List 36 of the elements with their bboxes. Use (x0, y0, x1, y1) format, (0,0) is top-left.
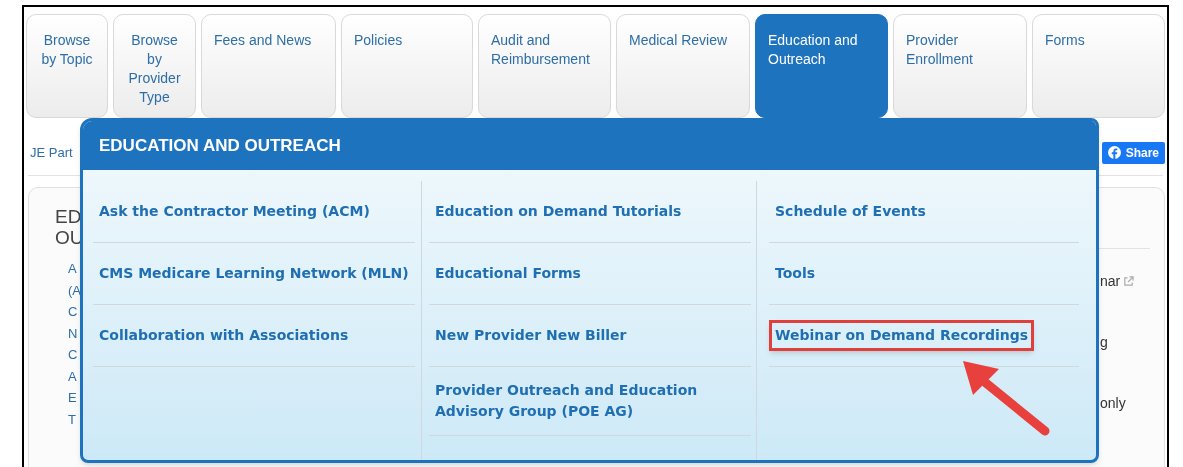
page-heading: ED (55, 206, 83, 227)
page-link[interactable]: C (68, 344, 84, 366)
menu-link[interactable]: Schedule of Events (769, 196, 932, 227)
page-link[interactable]: N (68, 322, 84, 344)
menu-link[interactable]: Educational Forms (429, 258, 587, 289)
menu-link[interactable]: New Provider New Biller (429, 320, 633, 351)
nav-tab[interactable]: Browse by Provider Type (113, 14, 196, 118)
facebook-icon (1107, 146, 1121, 159)
page-link[interactable]: A (68, 365, 84, 387)
nav-tab[interactable]: Browse by Topic (26, 14, 108, 118)
share-button[interactable]: Share (1101, 141, 1165, 164)
nav-tab[interactable]: Medical Review (616, 14, 750, 118)
text-fragment: nar (1100, 272, 1121, 291)
page-link[interactable]: C (68, 301, 84, 323)
nav-tab[interactable]: Audit and Reimbursement (478, 14, 611, 118)
menu-link[interactable]: CMS Medicare Learning Network (MLN) (93, 258, 415, 289)
menu-title: EDUCATION AND OUTREACH (99, 134, 341, 157)
breadcrumb: JE Part (30, 143, 73, 162)
nav-tab[interactable]: Fees and News (201, 14, 336, 118)
page-link[interactable]: (A (68, 279, 84, 301)
menu-link[interactable]: Tools (769, 258, 822, 289)
nav-tab[interactable]: Policies (341, 14, 473, 118)
nav-tab[interactable]: Provider Enrollment (893, 14, 1027, 118)
nav-tab[interactable]: Education and Outreach (755, 14, 888, 118)
text-fragment: only (1100, 394, 1126, 413)
menu-link[interactable]: Collaboration with Associations (93, 320, 355, 351)
menu-link[interactable]: Webinar on Demand Recordings (769, 320, 1035, 351)
menu-link[interactable]: Provider Outreach and Education Advisory Group (POE AG) (429, 375, 751, 427)
menu-link[interactable]: Ask the Contractor Meeting (ACM) (93, 196, 376, 227)
external-link-icon (1123, 276, 1135, 287)
page-link[interactable]: T (68, 408, 84, 430)
text-fragment: g (1100, 333, 1108, 352)
page-link[interactable]: A (68, 258, 84, 280)
menu-link[interactable]: Education on Demand Tutorials (429, 196, 688, 227)
page-link[interactable]: E (68, 387, 84, 409)
nav-tab[interactable]: Forms (1032, 14, 1165, 118)
